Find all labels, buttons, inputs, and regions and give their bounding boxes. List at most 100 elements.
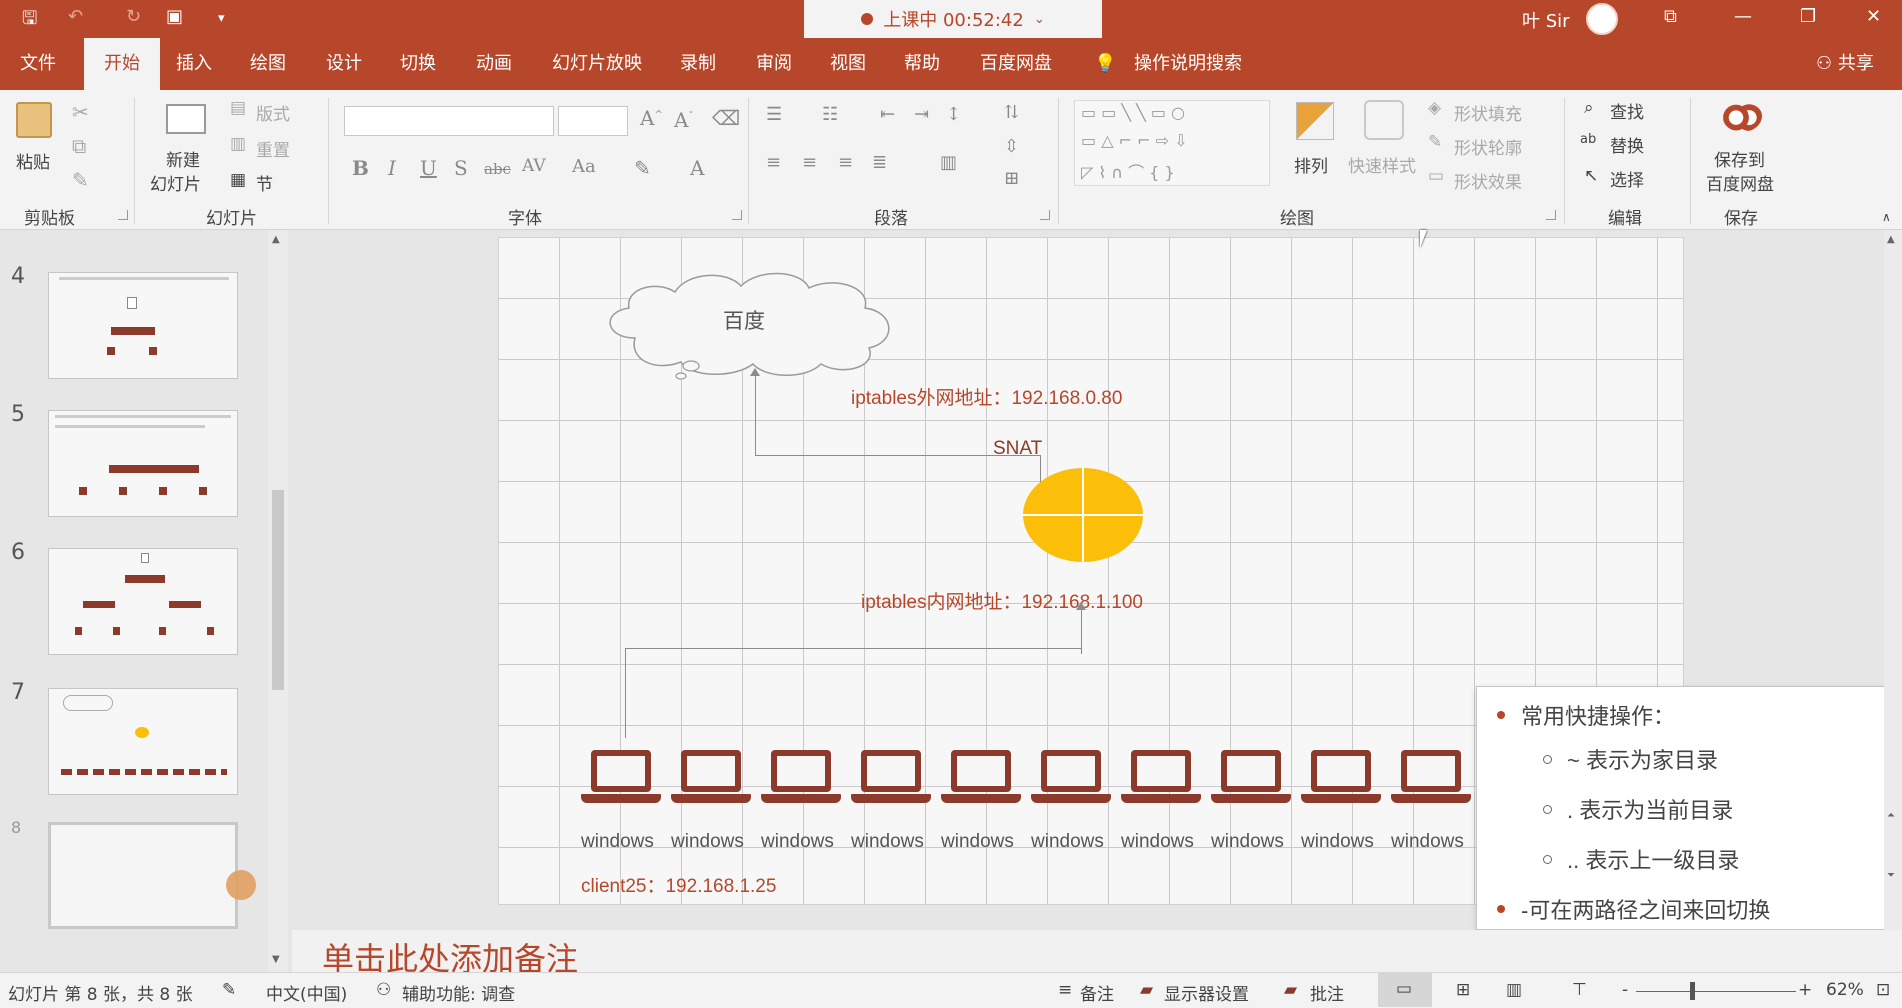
laptop-icon[interactable] xyxy=(1211,750,1291,806)
reset-button[interactable]: 重置 xyxy=(256,136,290,161)
arrange-button[interactable]: 排列 xyxy=(1294,152,1328,177)
minimize-icon[interactable]: — xyxy=(1734,6,1752,27)
quick-styles-icon[interactable] xyxy=(1364,100,1404,140)
shrink-font-icon[interactable]: Aˇ xyxy=(674,108,693,132)
fit-to-window-icon[interactable]: ⊡ xyxy=(1876,980,1890,1000)
normal-view-button[interactable]: ▭ xyxy=(1378,973,1432,1007)
tab-review[interactable]: 审阅 xyxy=(756,38,792,90)
tab-animations[interactable]: 动画 xyxy=(476,38,512,90)
laptop-icon[interactable] xyxy=(581,750,661,806)
save-icon[interactable]: 🖫 xyxy=(22,6,37,36)
columns-icon[interactable]: ▥ xyxy=(940,152,957,173)
tab-view[interactable]: 视图 xyxy=(830,38,866,90)
thumbnails-scrollbar[interactable]: ▲ ▼ xyxy=(268,230,288,972)
present-icon[interactable]: ▣ xyxy=(166,6,183,27)
align-left-icon[interactable]: ≡ xyxy=(766,152,781,173)
tab-insert[interactable]: 插入 xyxy=(176,38,212,90)
zoom-in-button[interactable]: + xyxy=(1798,980,1812,1000)
new-slide-label-1[interactable]: 新建 xyxy=(166,146,200,171)
spelling-check-icon[interactable]: ✎ xyxy=(222,980,236,1000)
paragraph-launcher-icon[interactable] xyxy=(1040,210,1050,220)
select-button[interactable]: 选择 xyxy=(1610,166,1644,191)
section-button[interactable]: 节 xyxy=(256,170,273,195)
shape-outline-button[interactable]: 形状轮廓 xyxy=(1454,134,1522,159)
laptop-icon[interactable] xyxy=(761,750,841,806)
tab-help[interactable]: 帮助 xyxy=(904,38,940,90)
increase-indent-icon[interactable]: ⇥ xyxy=(914,104,929,125)
avatar[interactable] xyxy=(1586,3,1618,35)
router-shape[interactable] xyxy=(1021,466,1145,564)
slide-sorter-icon[interactable]: ⊞ xyxy=(1456,980,1470,1000)
laptop-icon[interactable] xyxy=(1391,750,1471,806)
slide-scrollbar[interactable]: ▲ ⏶ ⏷ xyxy=(1884,230,1902,930)
align-text-icon[interactable]: ⇳ xyxy=(1004,136,1019,157)
text-direction-icon[interactable]: ⇅ xyxy=(1004,102,1019,123)
tab-draw[interactable]: 绘图 xyxy=(250,38,286,90)
format-painter-icon[interactable]: ✎ xyxy=(72,168,89,192)
decrease-indent-icon[interactable]: ⇤ xyxy=(880,104,895,125)
font-launcher-icon[interactable] xyxy=(732,210,742,220)
smartart-icon[interactable]: ⊞ xyxy=(1004,168,1019,189)
align-right-icon[interactable]: ≡ xyxy=(838,152,853,173)
shadow-button[interactable]: S xyxy=(454,156,468,180)
ribbon-display-icon[interactable]: ⧉ xyxy=(1664,6,1677,27)
tab-file[interactable]: 文件 xyxy=(20,38,56,90)
new-slide-label-2[interactable]: 幻灯片 xyxy=(150,170,201,195)
thumbnail-slide-5[interactable] xyxy=(48,410,238,517)
laptop-icon[interactable] xyxy=(1301,750,1381,806)
user-name[interactable]: 叶 Sir xyxy=(1522,7,1570,33)
clear-format-icon[interactable]: ⌫ xyxy=(712,106,740,130)
align-center-icon[interactable]: ≡ xyxy=(802,152,817,173)
slideshow-icon[interactable]: ⊤ xyxy=(1572,980,1587,1000)
line-spacing-icon[interactable]: ↕ xyxy=(946,104,961,125)
maximize-icon[interactable]: ❐ xyxy=(1800,6,1816,27)
notes-pane[interactable]: 单击此处添加备注 xyxy=(292,930,1902,977)
shape-effects-button[interactable]: 形状效果 xyxy=(1454,168,1522,193)
tab-record[interactable]: 录制 xyxy=(680,38,716,90)
tab-slideshow[interactable]: 幻灯片放映 xyxy=(552,38,642,90)
font-color-button[interactable]: A xyxy=(690,156,704,180)
zoom-slider-thumb[interactable] xyxy=(1690,982,1695,1000)
laptop-icon[interactable] xyxy=(851,750,931,806)
font-name-input[interactable] xyxy=(344,106,554,136)
tab-design[interactable]: 设计 xyxy=(326,38,362,90)
next-slide-icon[interactable]: ⏷ xyxy=(1887,870,1895,881)
zoom-slider[interactable] xyxy=(1636,991,1796,992)
highlight-icon[interactable]: ✎ xyxy=(634,156,651,180)
justify-icon[interactable]: ≣ xyxy=(872,152,887,173)
laptop-icon[interactable] xyxy=(941,750,1021,806)
grow-font-icon[interactable]: A^ xyxy=(640,106,663,130)
tab-baidu-pan[interactable]: 百度网盘 xyxy=(980,38,1052,90)
laptop-icon[interactable] xyxy=(671,750,751,806)
font-size-input[interactable] xyxy=(558,106,628,136)
new-slide-icon[interactable] xyxy=(166,104,206,134)
paste-icon[interactable] xyxy=(16,102,52,138)
layout-button[interactable]: 版式 xyxy=(256,100,290,125)
thumbnail-slide-8-selected[interactable] xyxy=(48,822,238,929)
paste-button[interactable]: 粘贴 xyxy=(16,148,50,173)
find-button[interactable]: 查找 xyxy=(1610,98,1644,123)
scroll-down-icon[interactable]: ▼ xyxy=(272,954,280,965)
previous-slide-icon[interactable]: ⏶ xyxy=(1887,810,1895,821)
zoom-level[interactable]: 62% xyxy=(1826,980,1864,1000)
undo-icon[interactable]: ↶ xyxy=(68,6,83,27)
bold-button[interactable]: B xyxy=(352,156,369,180)
accessibility-status[interactable]: 辅助功能: 调查 xyxy=(402,980,515,1005)
char-spacing-button[interactable]: AV xyxy=(522,156,546,176)
save-to-label-1[interactable]: 保存到 xyxy=(1714,146,1765,171)
close-icon[interactable]: ✕ xyxy=(1866,6,1881,27)
numbering-icon[interactable]: ☷ xyxy=(822,104,838,125)
quick-styles-button[interactable]: 快速样式 xyxy=(1348,152,1416,177)
italic-button[interactable]: I xyxy=(388,156,396,180)
thumbnail-slide-7[interactable] xyxy=(48,688,238,795)
collapse-ribbon-icon[interactable]: ∧ xyxy=(1882,210,1891,224)
notes-toggle[interactable]: 备注 xyxy=(1080,980,1114,1005)
laptop-icon[interactable] xyxy=(1031,750,1111,806)
thumbnail-slide-6[interactable] xyxy=(48,548,238,655)
scroll-up-icon[interactable]: ▲ xyxy=(272,234,280,245)
scroll-up-icon[interactable]: ▲ xyxy=(1887,234,1895,245)
reading-view-icon[interactable]: ▥ xyxy=(1506,980,1522,1000)
scrollbar-thumb[interactable] xyxy=(272,490,284,690)
shapes-gallery[interactable]: ▭ ▭ ╲ ╲ ▭ ○ ▭ △ ⌐ ⌐ ⇨ ⇩ ◸ ⌇ ∩ ⌒ { } xyxy=(1074,100,1270,186)
save-to-label-2[interactable]: 百度网盘 xyxy=(1706,170,1774,195)
